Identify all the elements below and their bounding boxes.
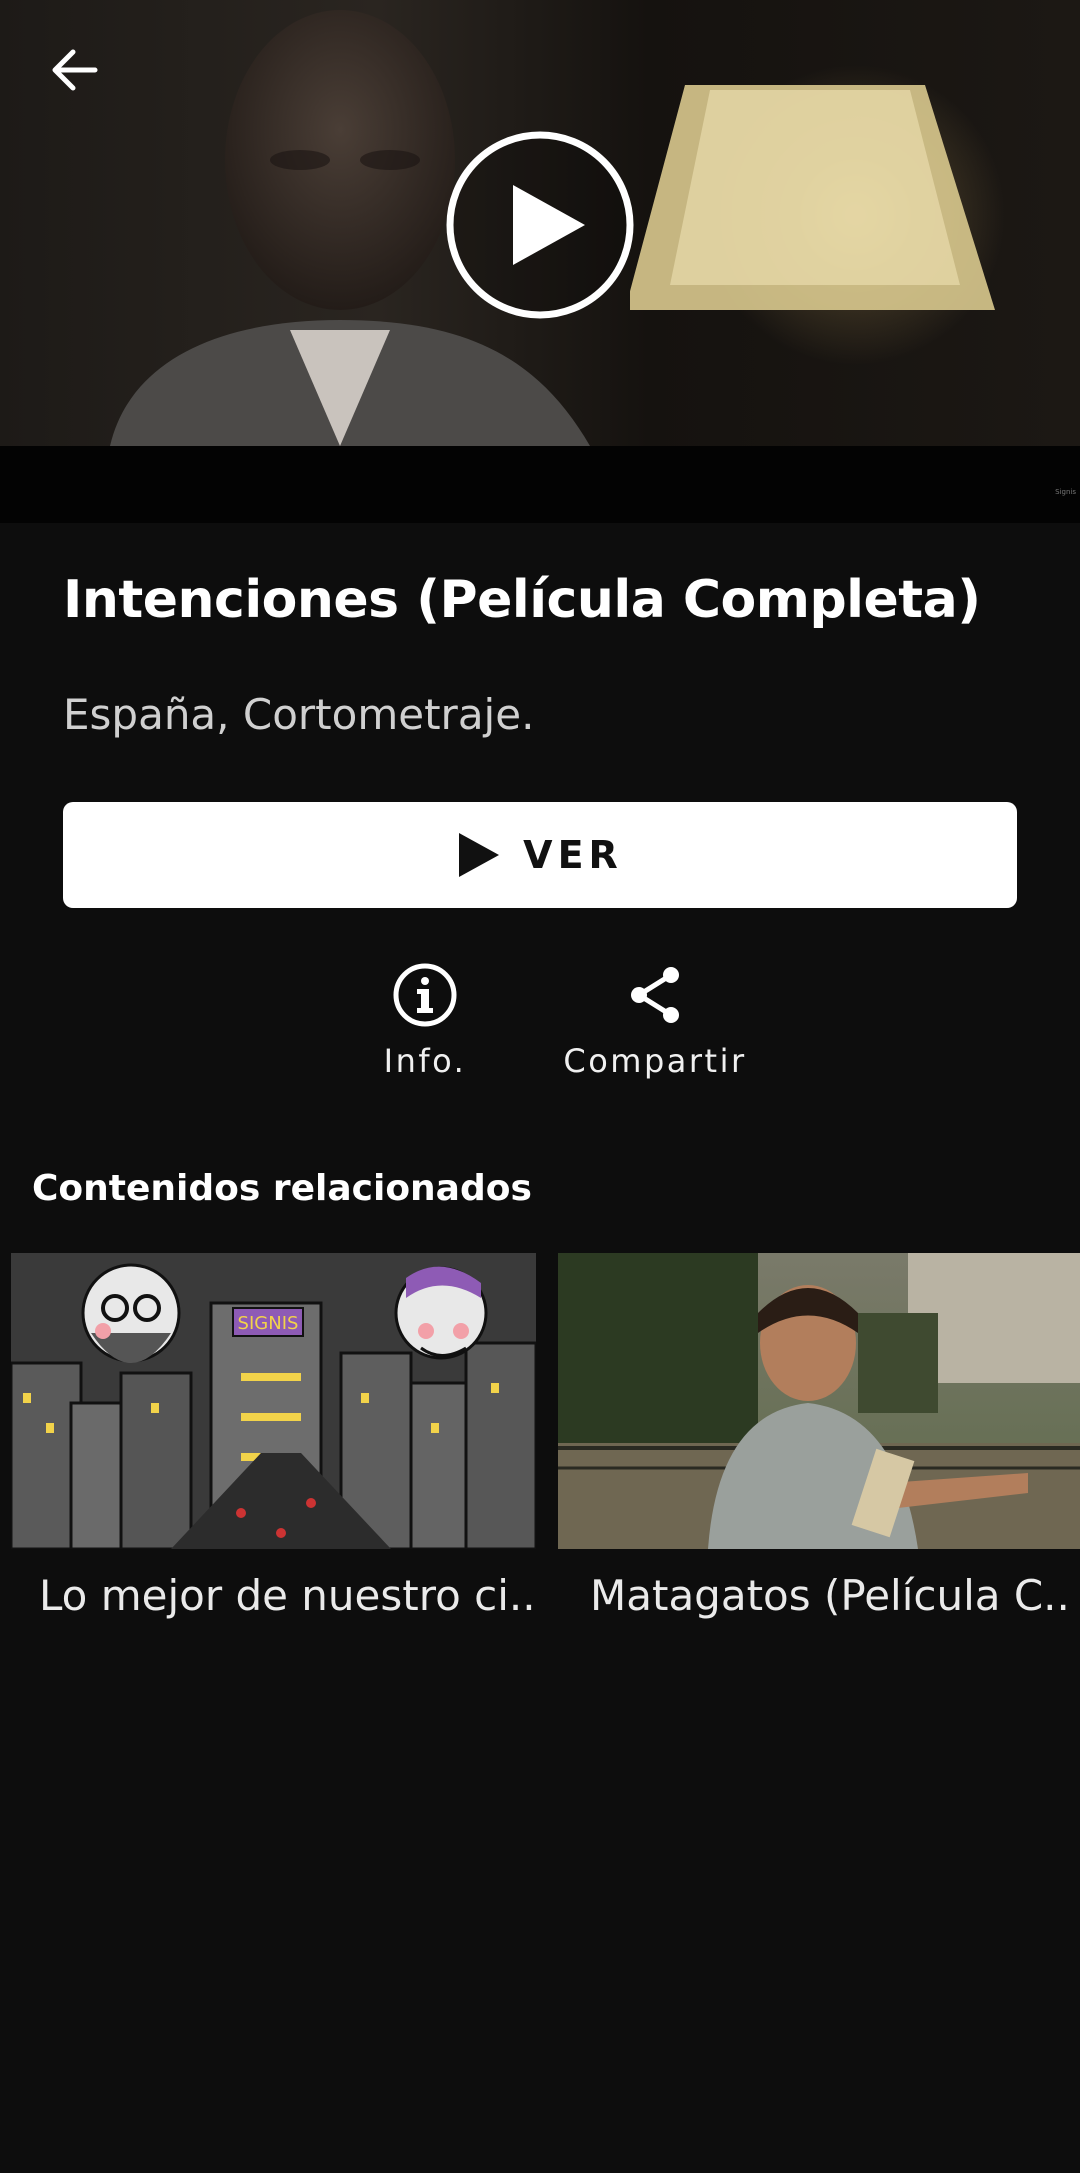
info-icon [393, 963, 457, 1027]
related-heading: Contenidos relacionados [32, 1168, 532, 1209]
share-icon [631, 967, 679, 1023]
play-icon [459, 833, 500, 877]
share-label: Compartir [563, 1042, 747, 1080]
back-button[interactable] [40, 35, 110, 105]
content-subtitle: España, Cortometraje. [63, 690, 535, 739]
related-card-title: Matagatos (Película C.. [590, 1571, 1070, 1620]
play-circle-icon[interactable] [445, 130, 635, 320]
video-watermark: Signis [1055, 488, 1076, 496]
thumbnail-sign-text: SIGNIS [238, 1313, 299, 1334]
video-still-lamp [630, 85, 995, 310]
related-card[interactable]: SIGNIS Lo mejor de nuestro ci.. [11, 1253, 536, 1620]
video-letterbox [0, 446, 1080, 523]
page-title: Intenciones (Película Completa) [63, 570, 981, 630]
info-label: Info. [383, 1042, 467, 1080]
video-player[interactable]: Signis [0, 0, 1080, 523]
related-card[interactable]: Matagatos (Película C.. [558, 1253, 1080, 1620]
info-button[interactable]: Info. [365, 960, 485, 1095]
watch-button-label: VER [523, 833, 623, 877]
watch-button[interactable]: VER [63, 802, 1017, 908]
share-button[interactable]: Compartir [540, 960, 770, 1095]
related-card-title: Lo mejor de nuestro ci.. [39, 1571, 536, 1620]
related-thumbnail: SIGNIS [11, 1253, 536, 1549]
related-thumbnail [558, 1253, 1080, 1549]
arrow-left-icon [52, 49, 98, 91]
